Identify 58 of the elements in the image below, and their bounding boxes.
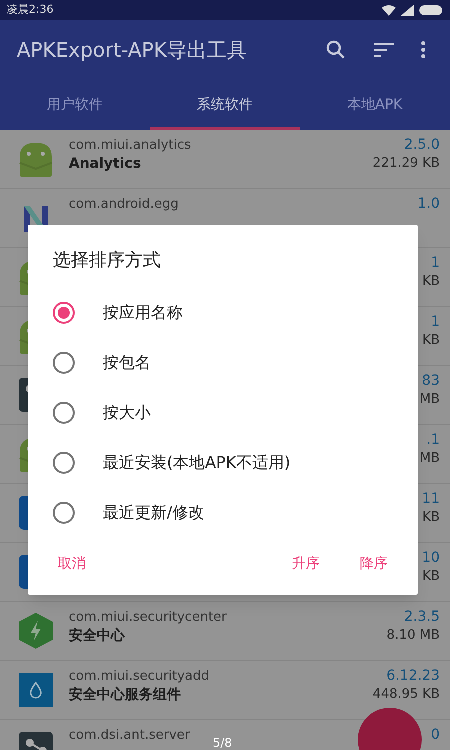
signal-icon xyxy=(401,4,414,16)
version-text: .1 xyxy=(426,432,440,449)
version-text: 2.3.5 xyxy=(404,609,440,626)
version-text: 6.12.23 xyxy=(386,668,440,685)
sort-option[interactable]: 按应用名称 xyxy=(28,288,418,338)
radio-button[interactable] xyxy=(53,302,75,324)
app-row[interactable]: com.miui.securitycenter 安全中心 2.3.5 8.10 MB xyxy=(0,602,450,661)
size-text: KB xyxy=(422,509,440,527)
version-text: 1 xyxy=(431,255,440,272)
size-text: 448.95 KB xyxy=(372,686,440,704)
tab[interactable]: 系统软件 xyxy=(150,80,300,130)
app-title: APKExport-APK导出工具 xyxy=(17,37,248,64)
version-text: 1.0 xyxy=(418,196,440,213)
package-name: com.miui.securityadd xyxy=(69,668,210,685)
radio-button[interactable] xyxy=(53,452,75,474)
dialog-button[interactable]: 升序 xyxy=(282,548,330,581)
size-text: MB xyxy=(420,391,440,409)
drop-icon xyxy=(16,670,56,710)
page-indicator: 5/8 xyxy=(213,735,232,750)
sort-option[interactable]: 最近安装(本地APK不适用) xyxy=(28,438,418,488)
version-text: 1 xyxy=(431,314,440,331)
dialog-button[interactable]: 取消 xyxy=(48,548,96,581)
version-text: 0 xyxy=(431,727,440,744)
dialog-button[interactable]: 降序 xyxy=(350,548,398,581)
size-text: KB xyxy=(422,332,440,350)
tab[interactable]: 本地APK xyxy=(300,80,450,130)
wifi-icon xyxy=(382,4,396,16)
search-icon xyxy=(326,40,346,60)
battery-icon xyxy=(419,4,443,16)
radio-button[interactable] xyxy=(53,502,75,524)
shield-icon xyxy=(16,611,56,651)
size-text: KB xyxy=(422,568,440,586)
tab[interactable]: 用户软件 xyxy=(0,80,150,130)
version-text: 83 xyxy=(422,373,440,390)
package-name: com.android.egg xyxy=(69,196,179,213)
app-row[interactable]: com.miui.analytics Analytics 2.5.0 221.29 KB xyxy=(0,130,450,189)
sort-option[interactable]: 最近更新/修改 xyxy=(28,488,418,538)
sort-option[interactable]: 按包名 xyxy=(28,338,418,388)
package-name: com.dsi.ant.server xyxy=(69,727,190,744)
app-name: Analytics xyxy=(69,155,142,174)
app-name: 安全中心 xyxy=(69,626,125,646)
status-time: 凌晨2:36 xyxy=(7,2,54,18)
version-text: 11 xyxy=(422,491,440,508)
sort-icon xyxy=(374,43,394,57)
sort-option[interactable]: 按大小 xyxy=(28,388,418,438)
radio-button[interactable] xyxy=(53,402,75,424)
size-text: 8.10 MB xyxy=(386,627,440,645)
more-icon xyxy=(420,41,426,59)
version-text: 2.5.0 xyxy=(404,137,440,154)
size-text: 221.29 KB xyxy=(372,155,440,173)
package-name: com.miui.analytics xyxy=(69,137,192,154)
app-name: 安全中心服务组件 xyxy=(69,686,181,705)
version-text: 10 xyxy=(422,550,440,567)
size-text: MB xyxy=(420,450,440,468)
radio-button[interactable] xyxy=(53,352,75,374)
dialog-title: 选择排序方式 xyxy=(53,249,162,273)
package-name: com.miui.securitycenter xyxy=(69,609,227,626)
size-text: KB xyxy=(422,273,440,291)
